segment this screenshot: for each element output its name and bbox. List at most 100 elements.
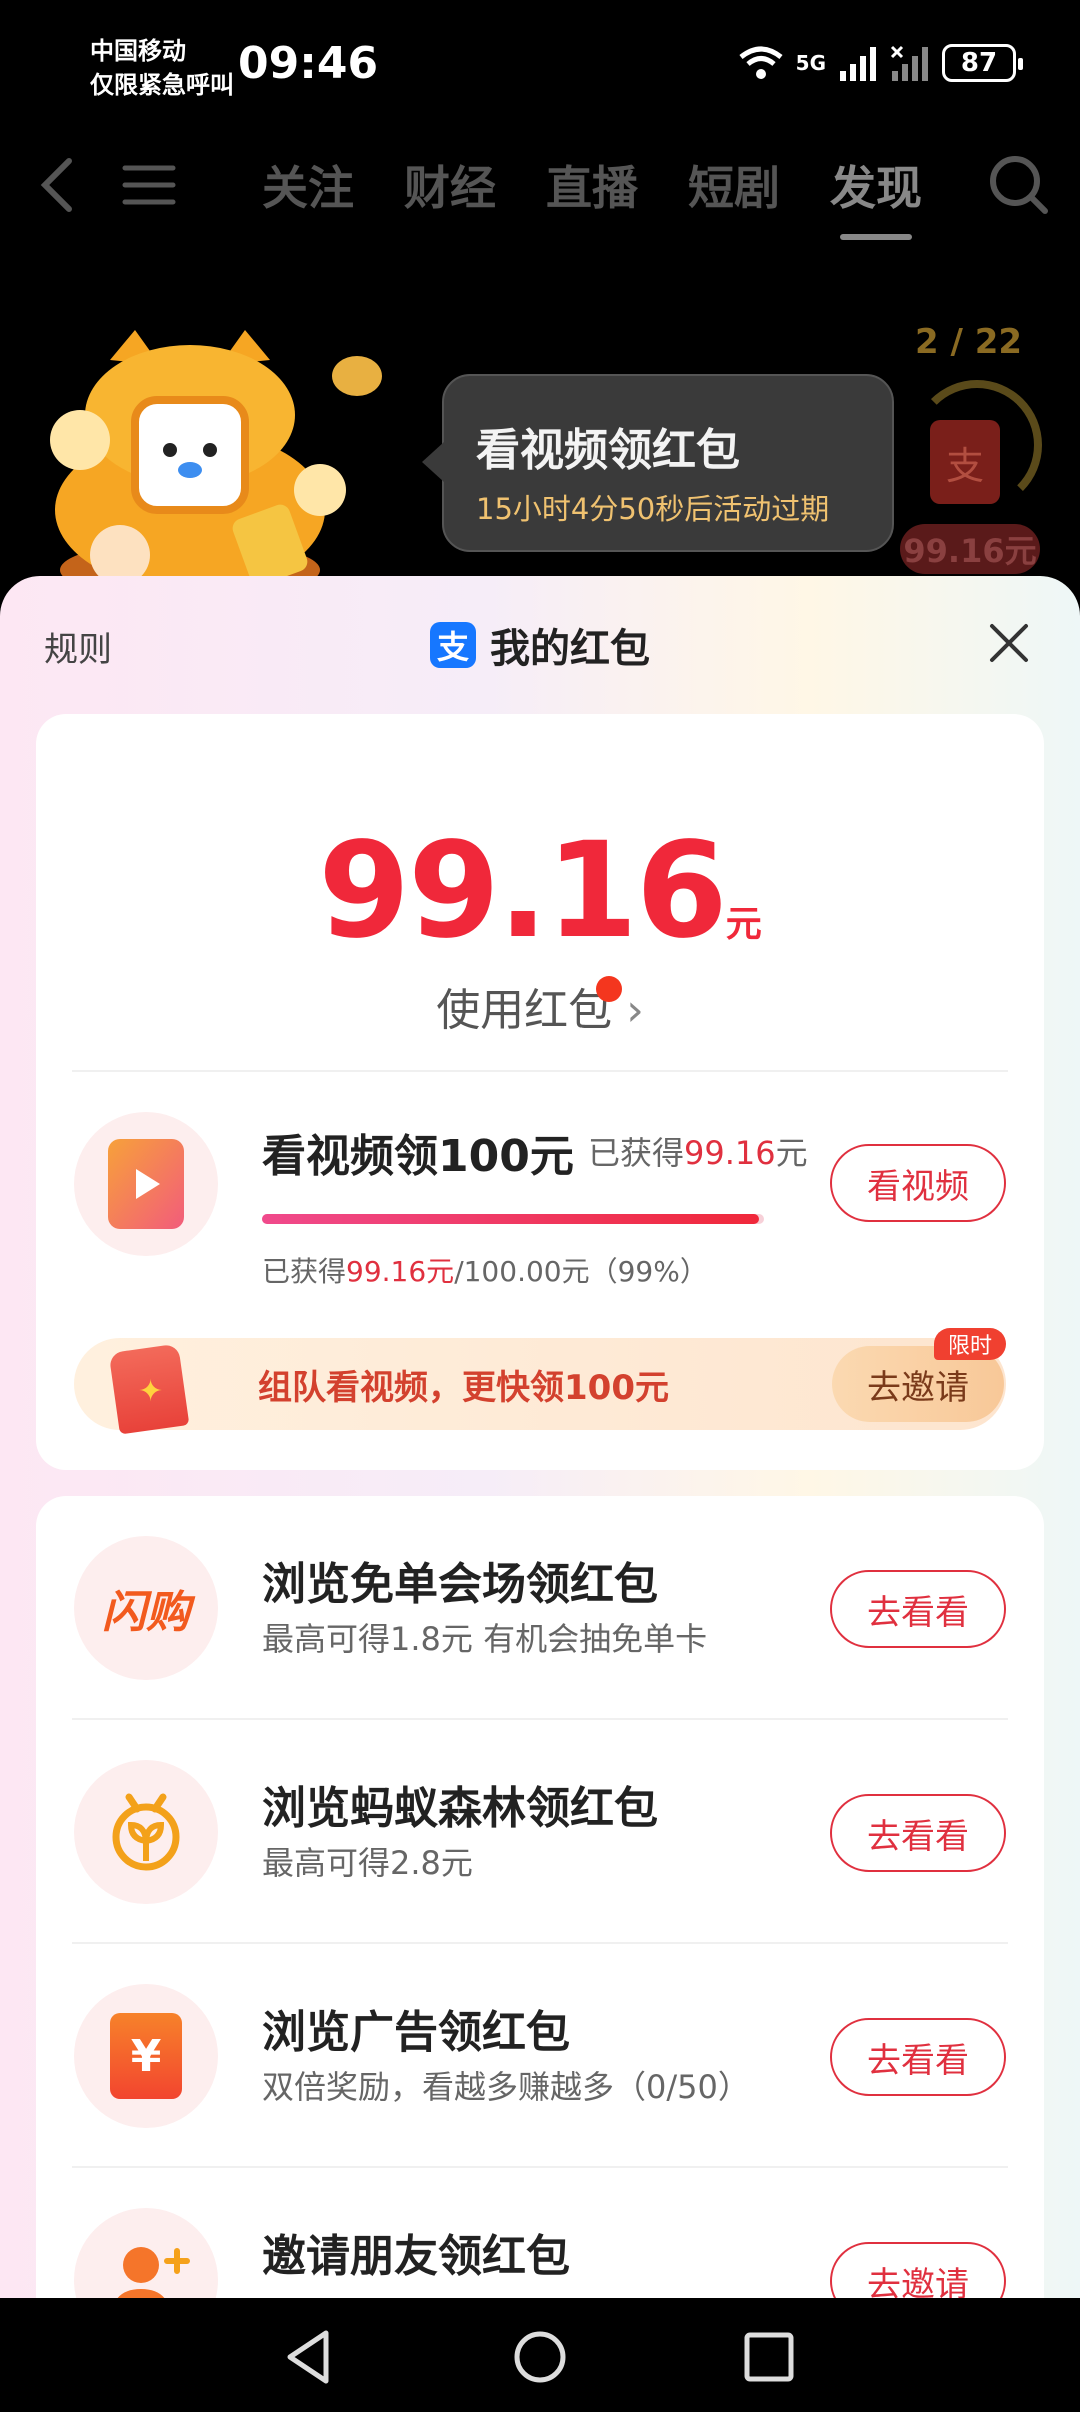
sparkle-icon: ✦ [138,1374,164,1409]
top-navigation: 关注 财经 直播 短剧 发现 [0,140,1080,240]
balance-value: 99.16 [318,814,728,968]
gold-coin-decoration [332,356,382,396]
task-row: 闪购 浏览免单会场领红包 最高可得1.8元 有机会抽免单卡 去看看 [36,1496,1044,1720]
red-envelope-icon[interactable]: 支 [930,420,1000,504]
earned-unit: 元 [775,1134,808,1172]
invite-friends-button[interactable]: 去邀请 [830,2242,1006,2298]
balance-amount: 99.16元 [36,814,1044,968]
team-up-banner[interactable]: ✦ 组队看视频，更快领100元 去邀请 限时 [74,1328,1006,1435]
video-task-icon [74,1112,218,1256]
system-back-button[interactable] [274,2322,344,2392]
earned-amount: 99.16 [684,1134,776,1172]
signal-icon [840,47,876,81]
progress-suffix: /100.00元（99%） [454,1255,708,1288]
tab-live[interactable]: 直播 [546,152,638,218]
task-title: 邀请朋友领红包 [262,2231,570,2282]
browse-free-order-button[interactable]: 去看看 [830,1570,1006,1648]
tab-follow[interactable]: 关注 [262,152,354,218]
promo-bubble[interactable]: 看视频领红包 15小时4分50秒后活动过期 [422,374,894,552]
square-recents-icon [744,2332,794,2382]
task-desc: 最高可得1.8元 有机会抽免单卡 [262,1620,708,1658]
browse-ant-forest-button[interactable]: 去看看 [830,1794,1006,1872]
my-red-packet-sheet: 规则 支 我的红包 99.16元 使用红包 › 看视频领100元 已获得99.1… [0,576,1080,2298]
video-task-progress-fill [262,1214,759,1224]
battery-level: 87 [960,48,998,78]
limited-time-badge: 限时 [934,1328,1006,1360]
video-task-title: 看视频领100元 [262,1131,574,1182]
carrier-name: 中国移动 [90,37,186,65]
play-video-icon [108,1139,184,1229]
search-button[interactable] [984,140,1054,230]
close-icon[interactable] [984,618,1034,668]
carrier-info: 中国移动 仅限紧急呼叫 [90,34,234,102]
hamburger-icon [122,165,176,205]
system-navigation-bar [0,2298,1080,2412]
back-chevron-icon [40,158,72,212]
system-recents-button[interactable] [734,2322,804,2392]
channel-tabs: 关注 财经 直播 短剧 发现 [262,140,922,240]
yuan-card-icon: ¥ [110,2013,182,2099]
progress-prefix: 已获得 [262,1255,347,1288]
network-type: 5G [795,51,826,75]
menu-button[interactable] [114,140,184,230]
tab-finance[interactable]: 财经 [404,152,496,218]
video-task-earned: 已获得99.16元 [588,1128,808,1174]
sheet-title-text: 我的红包 [490,626,650,672]
signal-no-service-icon [890,45,928,81]
task-row: 浏览蚂蚁森林领红包 最高可得2.8元 去看看 [36,1720,1044,1944]
clock: 09:46 [238,38,379,89]
notification-dot [596,976,622,1002]
video-task-progress-bar [262,1214,764,1224]
invite-friend-icon [74,2208,218,2298]
task-desc: 双倍奖励，看越多赚越多（0/50） [262,2068,750,2106]
status-icons: 5G 87 [738,44,1023,82]
flash-buy-icon: 闪购 [74,1536,218,1680]
flash-buy-logo: 闪购 [102,1587,190,1638]
sheet-header: 规则 支 我的红包 [0,576,1080,714]
promo-countdown: 15小时4分50秒后活动过期 [476,492,830,526]
task-title: 浏览免单会场领红包 [262,1559,658,1610]
search-icon [990,156,1048,214]
divider [72,1070,1008,1072]
circle-home-icon [514,2331,566,2383]
emergency-only-text: 仅限紧急呼叫 [90,71,234,99]
use-red-packet-link[interactable]: 使用红包 › [36,974,1044,1038]
yuan-symbol: ¥ [130,2030,162,2082]
task-row: 邀请朋友领红包 去邀请 [36,2168,1044,2298]
browse-ads-button[interactable]: 去看看 [830,2018,1006,2096]
task-desc: 最高可得2.8元 [262,1844,473,1882]
tab-short-drama[interactable]: 短剧 [688,152,780,218]
task-row: ¥ 浏览广告领红包 双倍奖励，看越多赚越多（0/50） 去看看 [36,1944,1044,2168]
chevron-right-icon: › [626,985,644,1036]
status-bar: 中国移动 仅限紧急呼叫 09:46 5G 87 [0,0,1080,130]
back-button[interactable] [22,140,92,230]
promo-amount-badge: 99.16元 [900,524,1040,574]
task-title: 浏览广告领红包 [262,2007,570,2058]
promo-title: 看视频领红包 [476,425,740,476]
watch-video-button[interactable]: 看视频 [830,1144,1006,1222]
battery-indicator: 87 [942,44,1023,82]
wifi-icon [739,46,783,79]
ant-forest-icon [74,1760,218,1904]
rules-link[interactable]: 规则 [44,622,112,671]
balance-card: 99.16元 使用红包 › 看视频领100元 已获得99.16元 已获得99.1… [36,714,1044,1470]
tab-discover[interactable]: 发现 [830,152,922,240]
sheet-title: 支 我的红包 [430,616,650,674]
team-up-text: 组队看视频，更快领100元 [258,1368,669,1408]
balance-unit: 元 [725,904,762,945]
promo-counter: 2 / 22 [915,322,1023,362]
triangle-back-icon [287,2330,329,2384]
system-home-button[interactable] [505,2322,575,2392]
task-list-card: 闪购 浏览免单会场领红包 最高可得1.8元 有机会抽免单卡 去看看 浏览蚂蚁森林… [36,1496,1044,2298]
alipay-logo-icon: 支 [430,622,476,668]
progress-amount: 99.16元 [346,1255,455,1288]
task-title: 浏览蚂蚁森林领红包 [262,1783,658,1834]
envelope-glyph: 支 [945,443,984,488]
add-user-icon [117,2247,190,2298]
cat-mascot-illustration [50,330,346,590]
earned-label: 已获得 [588,1134,685,1172]
ad-task-icon: ¥ [74,1984,218,2128]
video-task-progress-text: 已获得99.16元/100.00元（99%） [262,1250,708,1290]
use-red-packet-label: 使用红包 [436,985,613,1036]
sprout-icon [112,1793,180,1871]
